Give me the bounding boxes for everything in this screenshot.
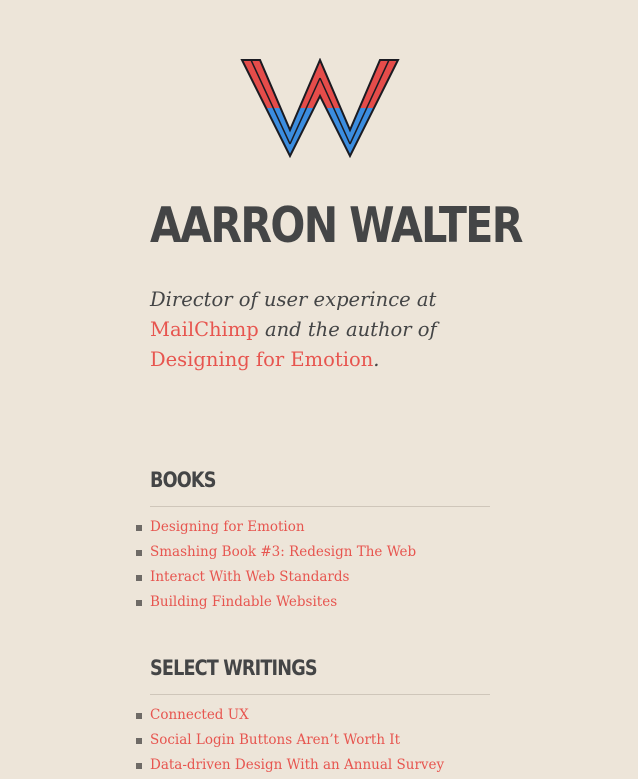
book-link[interactable]: Interact With Web Standards — [150, 565, 349, 590]
designing-for-emotion-link[interactable]: Designing for Emotion — [150, 348, 373, 371]
square-bullet-icon — [136, 713, 142, 719]
mailchimp-link[interactable]: MailChimp — [150, 318, 259, 341]
page: AARRON WALTER Director of user experince… — [0, 0, 638, 779]
square-bullet-icon — [136, 738, 142, 744]
book-link[interactable]: Building Findable Websites — [150, 590, 337, 615]
square-bullet-icon — [136, 600, 142, 606]
author-bio: Director of user experince at MailChimp … — [150, 285, 480, 375]
author-name: AARRON WALTER — [150, 197, 523, 254]
book-link[interactable]: Designing for Emotion — [150, 515, 305, 540]
books-divider — [150, 506, 490, 507]
book-link[interactable]: Smashing Book #3: Redesign The Web — [150, 540, 416, 565]
square-bullet-icon — [136, 575, 142, 581]
writing-link[interactable]: Social Login Buttons Aren’t Worth It — [150, 728, 400, 753]
square-bullet-icon — [136, 550, 142, 556]
writing-link[interactable]: Connected UX — [150, 703, 249, 728]
writing-link[interactable]: Data-driven Design With an Annual Survey — [150, 753, 444, 778]
square-bullet-icon — [136, 525, 142, 531]
square-bullet-icon — [136, 763, 142, 769]
bio-text-2: and the author of — [258, 318, 437, 341]
bio-text-3: . — [373, 348, 380, 371]
writings-heading: SELECT WRITINGS — [150, 656, 318, 680]
bio-text-1: Director of user experince at — [150, 288, 437, 311]
writings-divider — [150, 694, 490, 695]
w-monogram-icon — [240, 58, 400, 158]
books-heading: BOOKS — [150, 468, 216, 492]
